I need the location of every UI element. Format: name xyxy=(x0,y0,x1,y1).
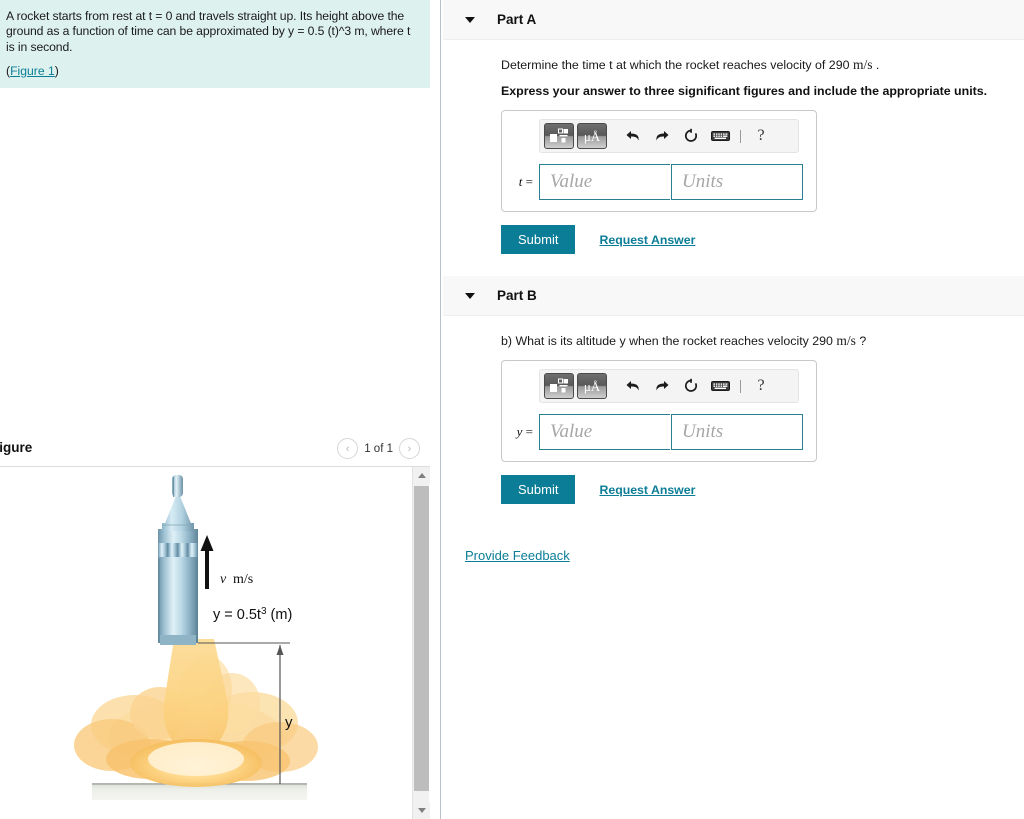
problem-statement-panel: A rocket starts from rest at t = 0 and t… xyxy=(0,0,430,88)
provide-feedback-link[interactable]: Provide Feedback xyxy=(465,548,570,563)
part-a-instruction: Express your answer to three significant… xyxy=(501,84,988,98)
part-a-title: Part A xyxy=(497,12,537,27)
part-b-math-toolbar: μÅ ? xyxy=(539,369,799,403)
part-b-title: Part B xyxy=(497,288,537,303)
part-b-prompt-pre: b) What is its altitude y when the rocke… xyxy=(501,334,837,348)
part-b-prompt-unit: m/s xyxy=(836,333,856,348)
part-b-units-input[interactable] xyxy=(671,414,803,450)
part-b-answer-box: μÅ ? y = Value Units xyxy=(501,360,817,462)
part-b-equals: = xyxy=(522,424,533,439)
rocket-body xyxy=(158,475,198,645)
figure-equation-label: y = 0.5t3 (m) xyxy=(213,606,292,624)
part-a-prompt-post: . xyxy=(872,58,880,72)
part-a-value-input[interactable] xyxy=(539,164,670,200)
problem-statement-text: A rocket starts from rest at t = 0 and t… xyxy=(6,9,411,54)
figure-reference: (Figure 1) xyxy=(6,64,418,78)
caret-down-icon[interactable] xyxy=(465,16,475,23)
velocity-arrow xyxy=(200,535,214,589)
undo-arrow-icon[interactable] xyxy=(620,373,646,399)
velocity-unit-label: m/s xyxy=(233,572,253,587)
micro-angstrom-units-icon[interactable]: μÅ xyxy=(577,123,607,149)
part-b-value-input[interactable] xyxy=(539,414,670,450)
figure-page-indicator: 1 of 1 xyxy=(364,442,393,455)
page-root: A rocket starts from rest at t = 0 and t… xyxy=(0,0,1024,819)
redo-arrow-icon[interactable] xyxy=(649,123,675,149)
part-a-variable-label: t = xyxy=(511,174,539,190)
scroll-up-arrow-icon xyxy=(417,473,426,478)
scrollbar-down-button[interactable] xyxy=(413,802,430,819)
redo-glyph xyxy=(656,381,669,391)
part-a-prompt: Determine the time t at which the rocket… xyxy=(501,57,1024,73)
part-a-submit-row: Submit Request Answer xyxy=(501,225,1024,254)
math-template-icon[interactable] xyxy=(544,123,574,149)
column-divider xyxy=(440,0,441,819)
units-glyph: μÅ xyxy=(583,378,601,394)
figure-next-button[interactable]: › xyxy=(399,438,420,459)
keyboard-glyph xyxy=(710,381,730,391)
math-template-glyph xyxy=(550,378,568,393)
reset-glyph xyxy=(685,378,697,392)
part-a-prompt-unit: m/s xyxy=(852,57,873,72)
rocket-figure-illustration: v m/s y = 0.5t3 (m) y xyxy=(74,475,318,800)
part-a-math-toolbar: μÅ ? xyxy=(539,119,799,153)
math-template-glyph xyxy=(550,128,568,143)
keyboard-icon[interactable] xyxy=(707,123,733,149)
micro-angstrom-units-icon[interactable]: μÅ xyxy=(577,373,607,399)
figure-scrollbar[interactable] xyxy=(412,467,430,819)
scrollbar-up-button[interactable] xyxy=(413,467,430,484)
figure-prev-button[interactable]: ‹ xyxy=(337,438,359,459)
scrollbar-thumb[interactable] xyxy=(414,486,429,791)
toolbar-divider xyxy=(740,379,741,393)
caret-down-icon[interactable] xyxy=(465,292,475,299)
part-b-input-row: y = xyxy=(511,414,807,450)
part-b-prompt-post: ? xyxy=(855,334,867,348)
part-b-request-answer-link[interactable]: Request Answer xyxy=(599,483,695,497)
part-a-header[interactable]: Part A xyxy=(443,0,1024,40)
undo-arrow-icon[interactable] xyxy=(620,123,646,149)
figure-panel-title: Figure xyxy=(0,440,33,455)
units-glyph: μÅ xyxy=(583,128,601,144)
reset-circular-arrow-icon[interactable] xyxy=(678,123,704,149)
paren-close: ) xyxy=(54,64,59,79)
part-a-equals: = xyxy=(522,174,533,189)
right-column: Part A Determine the time t at which the… xyxy=(443,0,1024,819)
help-question-icon[interactable]: ? xyxy=(748,123,774,149)
figure-1-link[interactable]: Figure 1 xyxy=(10,64,55,78)
keyboard-icon[interactable] xyxy=(707,373,733,399)
left-column: A rocket starts from rest at t = 0 and t… xyxy=(0,0,440,819)
undo-glyph xyxy=(626,381,639,391)
reset-circular-arrow-icon[interactable] xyxy=(678,373,704,399)
part-a-bottom-spacer xyxy=(501,254,1024,276)
part-a-body: Determine the time t at which the rocket… xyxy=(443,40,1024,276)
chevron-right-icon: › xyxy=(407,442,412,455)
redo-arrow-icon[interactable] xyxy=(649,373,675,399)
math-template-icon[interactable] xyxy=(544,373,574,399)
part-a-request-answer-link[interactable]: Request Answer xyxy=(599,233,695,247)
figure-header: Figure ‹ 1 of 1 › xyxy=(0,438,430,466)
altitude-label: y xyxy=(285,714,293,731)
part-b-body: b) What is its altitude y when the rocke… xyxy=(443,316,1024,504)
part-a-units-input[interactable] xyxy=(671,164,803,200)
figure-pager: ‹ 1 of 1 › xyxy=(337,438,420,459)
part-a-input-row: t = xyxy=(511,164,807,200)
part-a-prompt-pre: Determine the time t at which the rocket… xyxy=(501,58,853,72)
exhaust-plume xyxy=(74,639,318,787)
part-b-submit-row: Submit Request Answer xyxy=(501,475,1024,504)
figure-viewport: v m/s y = 0.5t3 (m) y xyxy=(0,466,430,819)
part-b-header[interactable]: Part B xyxy=(443,276,1024,316)
toolbar-divider xyxy=(740,129,741,143)
part-b-variable-label: y = xyxy=(511,424,539,440)
velocity-label: v xyxy=(220,572,227,587)
redo-glyph xyxy=(656,131,669,141)
chevron-left-icon: ‹ xyxy=(345,442,350,455)
part-b-submit-button[interactable]: Submit xyxy=(501,475,576,504)
help-question-icon[interactable]: ? xyxy=(748,373,774,399)
scroll-down-arrow-icon xyxy=(417,808,426,813)
reset-glyph xyxy=(685,128,697,142)
keyboard-glyph xyxy=(710,131,730,141)
part-a-answer-box: μÅ ? t = Value Units xyxy=(501,110,817,212)
part-b-prompt: b) What is its altitude y when the rocke… xyxy=(501,333,1024,349)
part-a-submit-button[interactable]: Submit xyxy=(501,225,576,254)
undo-glyph xyxy=(626,131,639,141)
